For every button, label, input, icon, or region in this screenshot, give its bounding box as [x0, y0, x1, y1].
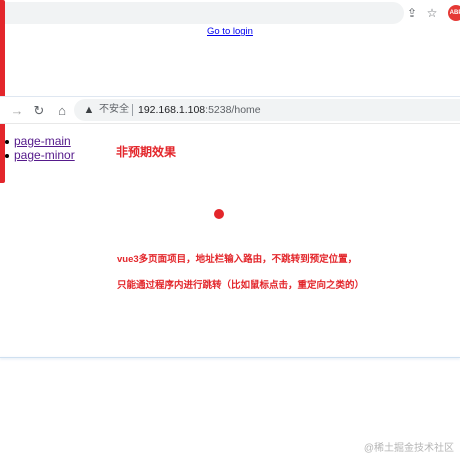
annotation-line-2: 只能通过程序内进行跳转（比如鼠标点击，重定向之类的）	[117, 280, 365, 291]
browser-toolbar: → ↻ ⌂ ▲ 不安全 192.168.1.108:5238/home	[0, 96, 460, 124]
warning-icon[interactable]: ▲	[82, 103, 96, 117]
annotation-title: 非预期效果	[116, 145, 177, 159]
screenshot-canvas: ⇪ ☆ ABP Go to login → ↻ ⌂ ▲ 不安全 192.168.…	[0, 0, 460, 460]
page-link-list: page-main page-minor	[5, 134, 75, 162]
top-address-bar[interactable]	[0, 2, 404, 24]
red-dot-marker	[214, 209, 224, 219]
address-separator	[132, 104, 133, 116]
security-status[interactable]: 不安全	[99, 103, 129, 117]
annotation-line-1: vue3多页面项目，地址栏输入路由，不跳转到预定位置，	[117, 254, 358, 265]
forward-arrow-icon[interactable]: →	[9, 102, 25, 118]
url-text[interactable]: 192.168.1.108:5238/home	[138, 103, 261, 117]
url-host: 192.168.1.108	[138, 104, 206, 116]
home-icon[interactable]: ⌂	[54, 102, 70, 118]
url-path: :5238/home	[205, 104, 261, 116]
bookmark-star-icon[interactable]: ☆	[424, 5, 440, 21]
window-bottom-edge	[0, 357, 460, 358]
page-minor-link[interactable]: page-minor	[5, 148, 75, 162]
page-main-link[interactable]: page-main	[5, 134, 75, 148]
reload-icon[interactable]: ↻	[31, 102, 47, 118]
top-browser-toolbar: ⇪ ☆ ABP	[0, 0, 460, 26]
address-bar[interactable]: ▲ 不安全 192.168.1.108:5238/home	[74, 99, 460, 121]
go-to-login-link[interactable]: Go to login	[207, 26, 253, 37]
adblock-icon[interactable]: ABP	[448, 5, 460, 21]
watermark: @稀土掘金技术社区	[363, 443, 454, 454]
share-icon[interactable]: ⇪	[404, 5, 420, 21]
